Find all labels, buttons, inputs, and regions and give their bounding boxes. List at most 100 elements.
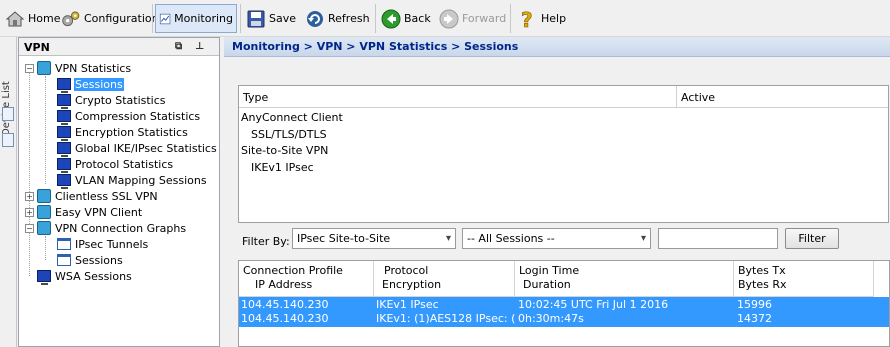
column-header-type[interactable]: Type xyxy=(239,86,677,108)
tree-line xyxy=(29,68,30,276)
forward-button[interactable]: Forward xyxy=(436,4,509,33)
bytes-tx-value: 15996 xyxy=(737,298,772,311)
type-row[interactable]: IKEv1 IPsec xyxy=(251,161,314,174)
sessions-value: -- All Sessions -- xyxy=(467,232,555,245)
vpn-navigation-panel: VPN ⧉ ⊥ − VPN Statistics Sessions Crypto… xyxy=(18,37,220,347)
back-arrow-icon xyxy=(381,9,401,28)
expand-toggle[interactable]: − xyxy=(25,224,34,233)
device-list-mini-icon[interactable] xyxy=(2,133,14,147)
main-toolbar: Home Configuration Monitoring Save Refre… xyxy=(0,0,890,37)
tree-protocol-statistics[interactable]: Protocol Statistics xyxy=(57,156,174,173)
column-header-login-time[interactable]: Login Time Duration xyxy=(515,261,734,297)
help-label: Help xyxy=(541,12,567,25)
cell-bytes: 15996 14372 xyxy=(737,298,877,326)
tree-ipsec-tunnels[interactable]: IPsec Tunnels xyxy=(57,236,149,252)
monitor-icon xyxy=(57,94,71,109)
monitoring-button[interactable]: Monitoring xyxy=(155,4,237,33)
chevron-down-icon: ▾ xyxy=(640,233,646,244)
tree-vlan-mapping-sessions[interactable]: VLAN Mapping Sessions xyxy=(57,172,208,189)
device-list-mini-icon[interactable] xyxy=(2,107,14,121)
tree-encryption-statistics[interactable]: Encryption Statistics xyxy=(57,124,189,141)
toolbar-separator xyxy=(375,4,376,33)
session-type-table: Type Active AnyConnect Client SSL/TLS/DT… xyxy=(238,85,889,223)
tree-line xyxy=(45,236,46,260)
header-protocol-label: Protocol xyxy=(384,264,429,277)
back-button[interactable]: Back xyxy=(378,4,434,33)
monitor-icon xyxy=(57,126,71,141)
toolbar-separator xyxy=(152,4,153,33)
monitor-icon xyxy=(57,78,71,93)
monitoring-chart-icon xyxy=(159,13,171,24)
header-duration-label: Duration xyxy=(523,278,571,291)
save-label: Save xyxy=(269,12,297,25)
tree-vpn-connection-graphs[interactable]: VPN Connection Graphs xyxy=(37,220,187,236)
save-icon xyxy=(247,10,265,27)
ip-value: 104.45.140.230 xyxy=(241,312,329,325)
refresh-icon xyxy=(307,10,323,27)
cell-login-time: 10:02:45 UTC Fri Jul 1 2016 0h:30m:47s xyxy=(518,298,733,326)
sessions-select[interactable]: -- All Sessions -- ▾ xyxy=(462,228,651,249)
column-header-bytes[interactable]: Bytes Tx Bytes Rx xyxy=(734,261,874,297)
column-header-active[interactable]: Active xyxy=(677,86,888,108)
main-content: Monitoring > VPN > VPN Statistics > Sess… xyxy=(224,37,890,347)
back-label: Back xyxy=(404,12,431,25)
monitor-icon xyxy=(57,158,71,173)
tree-sessions[interactable]: Sessions xyxy=(57,76,125,93)
tree-wsa-sessions[interactable]: WSA Sessions xyxy=(37,268,133,285)
help-button[interactable]: ? Help xyxy=(515,4,569,33)
filter-by-value: IPsec Site-to-Site xyxy=(297,232,391,245)
refresh-label: Refresh xyxy=(328,12,370,25)
breadcrumb-current: Sessions xyxy=(464,40,519,53)
chevron-down-icon: ▾ xyxy=(445,233,451,244)
type-row[interactable]: AnyConnect Client xyxy=(241,111,343,124)
configuration-button[interactable]: Configuration xyxy=(58,4,162,33)
column-header-profile[interactable]: Connection Profile IP Address xyxy=(239,261,374,297)
type-row[interactable]: Site-to-Site VPN xyxy=(241,144,328,157)
expand-toggle[interactable]: − xyxy=(25,64,34,73)
save-button[interactable]: Save xyxy=(243,4,299,33)
filter-text-input[interactable] xyxy=(658,228,778,249)
tree-clientless-ssl-vpn[interactable]: Clientless SSL VPN xyxy=(37,188,159,204)
filter-button[interactable]: Filter xyxy=(785,228,839,249)
cell-protocol: IKEv1 IPsec IKEv1: (1)AES128 IPsec: (… xyxy=(376,298,516,326)
header-encryption-label: Encryption xyxy=(382,278,442,291)
duration-value: 0h:30m:47s xyxy=(518,312,584,325)
folder-group-icon xyxy=(37,61,51,75)
login-time-value: 10:02:45 UTC Fri Jul 1 2016 xyxy=(518,298,669,311)
tree-vpn-statistics[interactable]: VPN Statistics xyxy=(37,60,132,76)
refresh-button[interactable]: Refresh xyxy=(302,4,373,33)
graph-calendar-icon xyxy=(57,238,71,250)
svg-text:?: ? xyxy=(521,9,533,29)
toolbar-separator xyxy=(240,4,241,33)
monitoring-label: Monitoring xyxy=(174,12,233,25)
tree-crypto-statistics[interactable]: Crypto Statistics xyxy=(57,92,167,109)
filter-by-select[interactable]: IPsec Site-to-Site ▾ xyxy=(292,228,456,249)
cell-profile: 104.45.140.230 104.45.140.230 xyxy=(241,298,373,326)
type-row[interactable]: SSL/TLS/DTLS xyxy=(251,128,327,141)
tree-compression-statistics[interactable]: Compression Statistics xyxy=(57,108,201,125)
restore-icon[interactable]: ⧉ xyxy=(175,41,182,52)
pin-icon[interactable]: ⊥ xyxy=(195,41,204,52)
tree-graph-sessions[interactable]: Sessions xyxy=(57,252,124,268)
header-bytes-rx-label: Bytes Rx xyxy=(738,278,787,291)
expand-toggle[interactable]: + xyxy=(25,192,34,201)
header-bytes-tx-label: Bytes Tx xyxy=(738,264,786,277)
monitor-icon xyxy=(57,110,71,125)
column-header-protocol[interactable]: Protocol Encryption xyxy=(374,261,515,297)
header-profile-label: Connection Profile xyxy=(243,264,343,277)
tree-line xyxy=(45,76,46,184)
vpn-panel-title: VPN xyxy=(24,41,50,54)
home-label: Home xyxy=(28,12,61,25)
table-row[interactable]: 104.45.140.230 104.45.140.230 IKEv1 IPse… xyxy=(239,297,889,327)
tree-easy-vpn-client[interactable]: Easy VPN Client xyxy=(37,204,143,220)
breadcrumb-path[interactable]: Monitoring > VPN > VPN Statistics > xyxy=(232,40,464,53)
folder-group-icon xyxy=(37,221,51,235)
home-button[interactable]: Home xyxy=(2,4,63,33)
monitor-icon xyxy=(37,270,51,285)
bytes-rx-value: 14372 xyxy=(737,312,772,325)
expand-toggle[interactable]: + xyxy=(25,208,34,217)
forward-label: Forward xyxy=(462,12,507,25)
monitor-icon xyxy=(57,142,71,157)
header-login-label: Login Time xyxy=(519,264,580,277)
tree-global-ike-ipsec-statistics[interactable]: Global IKE/IPsec Statistics xyxy=(57,140,218,157)
